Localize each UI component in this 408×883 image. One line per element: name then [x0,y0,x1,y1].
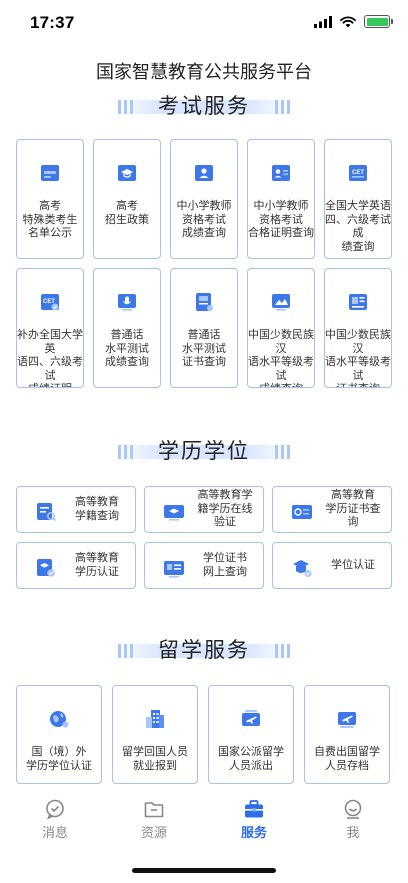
abroad-card-state-sponsored[interactable]: 国家公派留学 人员派出 [208,685,294,784]
teacher-id-icon [195,165,213,181]
tab-me[interactable]: 我 [302,790,404,850]
exam-card-teacher-score[interactable]: 中小学教师 资格考试 成绩查询 [170,139,238,259]
degree-authentication-icon [293,560,312,577]
exam-card-teacher-certificate[interactable]: 中小学教师 资格考试 合格证明查询 [247,139,315,259]
cellular-signal-icon [314,15,332,28]
degree-card-student-status[interactable]: 高等教育 学籍查询 [16,486,136,533]
degree-card-degree-authentication[interactable]: 学位认证 [272,542,392,589]
degree-card-online-verification[interactable]: 高等教育学 籍学历在线 验证 [144,486,264,533]
online-verification-icon [164,505,184,521]
user-smile-icon [344,799,362,819]
graduation-cap-icon [118,165,136,181]
folder-icon [144,802,164,818]
teacher-certificate-icon [272,165,290,181]
page-title: 国家智慧教育公共服务平台 [96,62,312,82]
status-icons [314,15,393,28]
degree-card-degree-certificate[interactable]: 学位证书 网上查询 [144,542,264,589]
minority-language-score-icon [272,294,290,311]
briefcase-icon [245,800,263,818]
office-building-icon [146,710,164,728]
tab-services[interactable]: 服务 [203,790,305,850]
microphone-screen-icon [118,294,136,311]
minority-language-certificate-icon [349,294,367,310]
notice-card-icon [41,165,59,181]
section-header-study-abroad: 留学服务 [0,638,408,664]
abroad-card-returnee-employment[interactable]: 留学回国人员 就业报到 [112,685,198,784]
status-time: 17:37 [30,13,75,32]
home-indicator [132,868,276,873]
cet-icon: CET [349,165,367,181]
status-bar: 17:37 [0,0,408,46]
exam-card-admission-policy[interactable]: 高考 招生政策 [93,139,161,259]
mandarin-certificate-icon [196,293,213,311]
student-status-search-icon [37,503,57,522]
message-check-icon [46,799,64,820]
plane-archive-icon [338,712,356,728]
globe-icon [50,711,69,728]
tab-resources[interactable]: 资源 [103,790,205,850]
exam-card-mhk-score[interactable]: 中国少数民族汉 语水平等级考试 成绩查询 [247,268,315,388]
section-title-study-abroad: 留学服务 [158,639,250,662]
tab-messages[interactable]: 消息 [4,790,106,850]
section-title-degree: 学历学位 [158,440,250,463]
battery-icon [364,15,393,28]
degree-card-diploma-search[interactable]: 高等教育 学历证书查 询 [272,486,392,533]
section-header-exam: 考试服务 [0,94,408,120]
wifi-icon [340,15,356,27]
abroad-card-self-funded-archive[interactable]: 自费出国留学 人员存档 [304,685,390,784]
exam-card-cet-score[interactable]: CET 全国大学英语 四、六级考试成 绩查询 [324,139,392,259]
exam-card-cet-proof[interactable]: CET 补办全国大学英 语四、六级考试 成绩证明 [16,268,84,388]
exam-card-mandarin-certificate[interactable]: 普通话 水平测试 证书查询 [170,268,238,388]
degree-certificate-online-icon [164,561,184,578]
diploma-authentication-icon [37,559,55,577]
exam-card-special-list[interactable]: 高考 特殊类考生 名单公示 [16,139,84,259]
section-title-exam: 考试服务 [158,95,250,118]
abroad-card-foreign-degree[interactable]: 国（境）外 学历学位认证 [16,685,102,784]
exam-card-mandarin-score[interactable]: 普通话 水平测试 成绩查询 [93,268,161,388]
section-header-degree: 学历学位 [0,439,408,465]
plane-dispatch-icon [242,710,260,726]
degree-card-diploma-authentication[interactable]: 高等教育 学历认证 [16,542,136,589]
tab-bar: 消息 资源 服务 我 [0,790,408,850]
exam-card-mhk-certificate[interactable]: 中国少数民族汉 语水平等级考试 证书查询 [324,268,392,388]
cet-certificate-icon: CET [41,294,59,311]
svg-text:CET: CET [352,170,364,176]
diploma-search-icon [292,505,312,519]
